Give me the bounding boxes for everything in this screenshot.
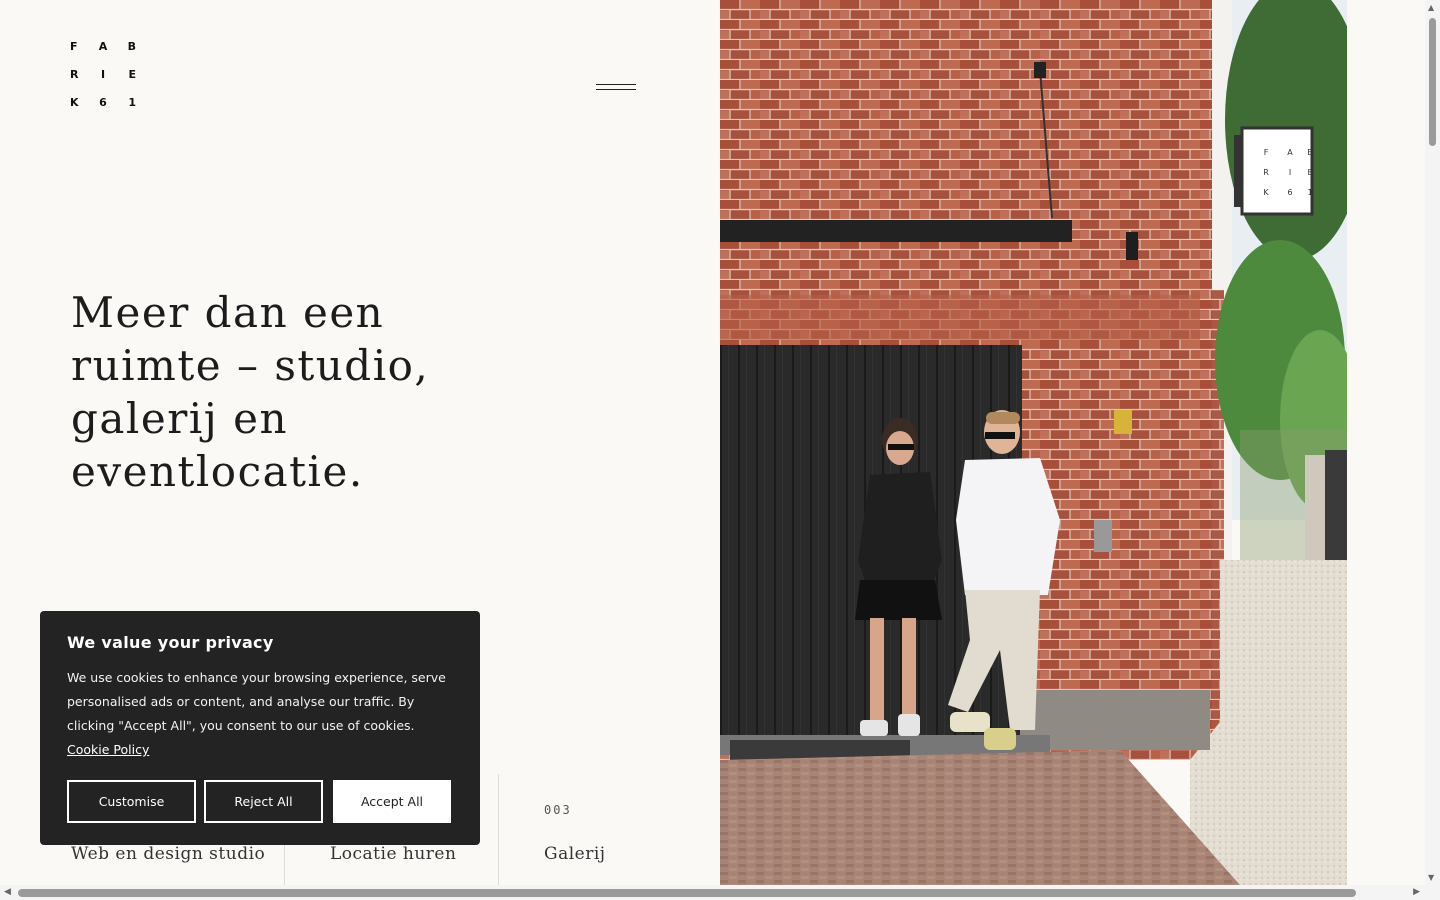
scroll-right-icon[interactable]: ▶ — [1413, 887, 1420, 897]
sign-letter: I — [1289, 168, 1291, 177]
sign-letter: E — [1307, 168, 1312, 177]
cookie-text: We use cookies to enhance your browsing … — [67, 666, 452, 762]
logo-letter: 6 — [99, 96, 107, 109]
horizontal-scrollbar[interactable]: ◀ ▶ — [0, 885, 1440, 900]
service-name: Locatie huren — [330, 844, 457, 864]
menu-button[interactable] — [596, 84, 636, 94]
service-number: 003 — [544, 803, 572, 817]
hamburger-icon-line — [596, 89, 636, 90]
logo-letter: 1 — [128, 96, 136, 109]
hero-photo: F A B R I E K 6 1 — [720, 0, 1347, 885]
sign-letter: K — [1263, 188, 1269, 197]
sign-letter: A — [1287, 148, 1293, 157]
logo-letter: R — [70, 68, 79, 81]
vertical-scroll-thumb[interactable] — [1429, 18, 1436, 146]
sign-letter: R — [1263, 168, 1269, 177]
scroll-down-icon[interactable]: ▼ — [1428, 873, 1434, 882]
hamburger-icon — [596, 84, 636, 85]
reject-all-button[interactable]: Reject All — [204, 780, 323, 823]
sign-letter: 1 — [1307, 188, 1312, 197]
logo-letter: I — [100, 68, 106, 81]
service-galerij[interactable]: 003 Galerij — [498, 774, 679, 886]
accept-all-button[interactable]: Accept All — [333, 780, 451, 823]
cookie-body: We use cookies to enhance your browsing … — [67, 670, 446, 733]
hero-title: Meer dan een ruimte – studio, galerij en… — [71, 288, 430, 496]
service-name: Web en design studio — [71, 844, 266, 864]
cookie-banner: We value your privacy We use cookies to … — [40, 611, 480, 845]
logo-letter: F — [70, 40, 78, 53]
cookie-title: We value your privacy — [67, 633, 274, 652]
site-logo[interactable]: F A B R I E K 6 1 — [70, 40, 136, 109]
logo-letter: B — [127, 40, 136, 53]
customise-button[interactable]: Customise — [67, 780, 196, 823]
logo-letter: E — [128, 68, 136, 81]
sign-letter: F — [1264, 148, 1269, 157]
logo-letter: A — [98, 40, 108, 53]
service-name: Galerij — [544, 844, 606, 864]
sign-letter: B — [1307, 148, 1313, 157]
scroll-left-icon[interactable]: ◀ — [4, 887, 11, 897]
sign-letter: 6 — [1287, 188, 1292, 197]
logo-letter: K — [70, 96, 79, 109]
scroll-up-icon[interactable]: ▲ — [1428, 3, 1434, 12]
vertical-scrollbar[interactable]: ▲ ▼ — [1425, 0, 1440, 885]
horizontal-scroll-thumb[interactable] — [18, 889, 1356, 897]
cookie-policy-link[interactable]: Cookie Policy — [67, 742, 149, 757]
